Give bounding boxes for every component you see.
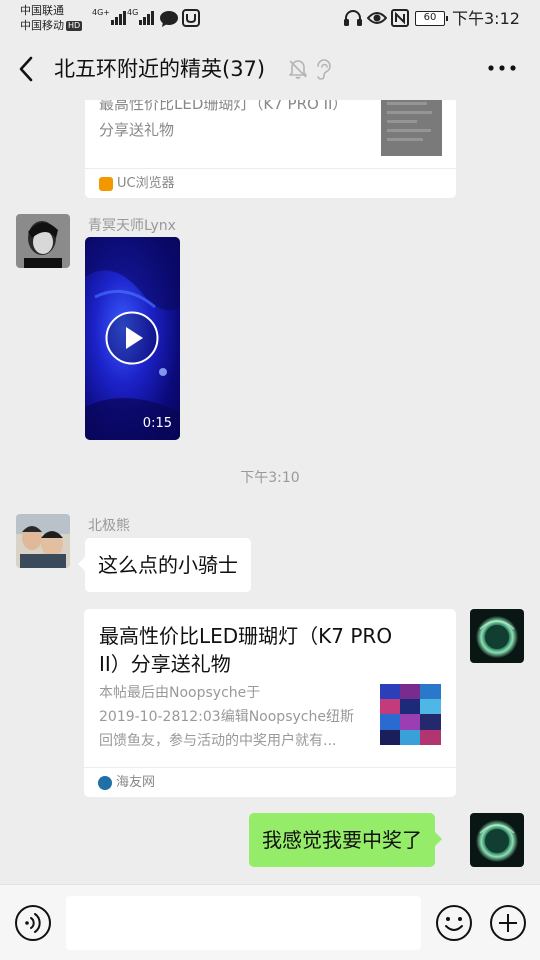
link-card-title-line-2: II）分享送礼物: [99, 652, 231, 676]
avatar[interactable]: [16, 214, 70, 268]
back-icon[interactable]: [14, 54, 42, 84]
nfc-icon: [391, 9, 409, 27]
timestamp: 下午3:10: [240, 470, 300, 486]
text-message[interactable]: 这么点的小骑士: [78, 538, 251, 592]
hd-badge: HD: [66, 21, 83, 31]
link-card-source: UC浏览器: [117, 176, 175, 191]
signal-1: 4G+: [92, 9, 126, 25]
avatar[interactable]: [16, 514, 70, 568]
link-card-source: 海友网: [116, 775, 156, 790]
link-card-desc-line-2: 2019-10-2812:03编辑Noopsyche纽斯: [99, 709, 354, 725]
video-message[interactable]: 0:15: [85, 237, 180, 440]
link-card[interactable]: 最高性价比LED珊瑚灯（K7 PRO II）分享送礼物 本帖最后由Noopsyc…: [84, 609, 456, 797]
avatar[interactable]: [470, 813, 524, 867]
emoji-icon[interactable]: [435, 904, 473, 942]
play-icon[interactable]: [105, 311, 159, 365]
avatar[interactable]: [470, 609, 524, 663]
network-1-label: 4G+: [92, 8, 110, 17]
chat-header: 北五环附近的精英(37): [0, 38, 540, 100]
headphones-icon: [344, 10, 362, 26]
video-duration: 0:15: [142, 416, 172, 431]
link-card-desc-line-3: 回馈鱼友，参与活动的中奖用户就有...: [99, 733, 337, 749]
link-card-desc-line-1: 本帖最后由Noopsyche于: [99, 685, 261, 701]
status-time: 下午3:12: [452, 9, 520, 28]
link-card-footer: 海友网: [84, 767, 456, 797]
link-card-thumbnail: [380, 684, 441, 745]
link-card-footer: UC浏览器: [85, 168, 456, 198]
link-card[interactable]: 最高性价比LED珊瑚灯（K7 PRO II） 分享送礼物 UC浏览器: [85, 100, 456, 198]
carrier-2: 中国移动: [20, 19, 64, 32]
plus-icon[interactable]: [489, 904, 527, 942]
carrier-1: 中国联通: [20, 4, 64, 17]
link-card-title-line-1: 最高性价比LED珊瑚灯（K7 PRO: [99, 624, 393, 648]
link-card-thumbnail: [381, 100, 442, 156]
input-bar: [0, 884, 540, 960]
more-icon[interactable]: [486, 60, 518, 76]
signal-bars-icon: [139, 9, 155, 25]
ear-icon: [317, 59, 331, 80]
link-card-desc: 分享送礼物: [99, 121, 175, 139]
eye-icon: [367, 12, 387, 24]
chat-title[interactable]: 北五环附近的精英(37): [54, 55, 265, 83]
carrier-info: 中国联通 中国移动 HD: [20, 3, 83, 33]
network-2-label: 4G: [127, 8, 139, 17]
status-bar: 中国联通 中国移动 HD 4G+ 4G 60 下午3:12: [0, 0, 540, 38]
message-icon: [160, 11, 178, 27]
mute-bell-icon: [289, 60, 307, 79]
mi-shield-icon: [182, 9, 200, 27]
uc-browser-icon: [99, 177, 113, 191]
sender-name: 北极熊: [88, 518, 130, 534]
voice-icon[interactable]: [14, 904, 52, 942]
haiyou-logo-icon: [98, 776, 112, 790]
text-message[interactable]: 我感觉我要中奖了: [249, 813, 442, 867]
message-input[interactable]: [66, 896, 421, 950]
message-list[interactable]: 最高性价比LED珊瑚灯（K7 PRO II） 分享送礼物 UC浏览器 青冥天师L…: [0, 100, 540, 884]
link-card-title: 最高性价比LED珊瑚灯（K7 PRO II）: [99, 100, 348, 113]
signal-bars-icon: [111, 9, 126, 25]
signal-2: 4G: [127, 8, 155, 25]
battery-indicator: 60: [415, 11, 448, 26]
sender-name: 青冥天师Lynx: [88, 218, 176, 234]
